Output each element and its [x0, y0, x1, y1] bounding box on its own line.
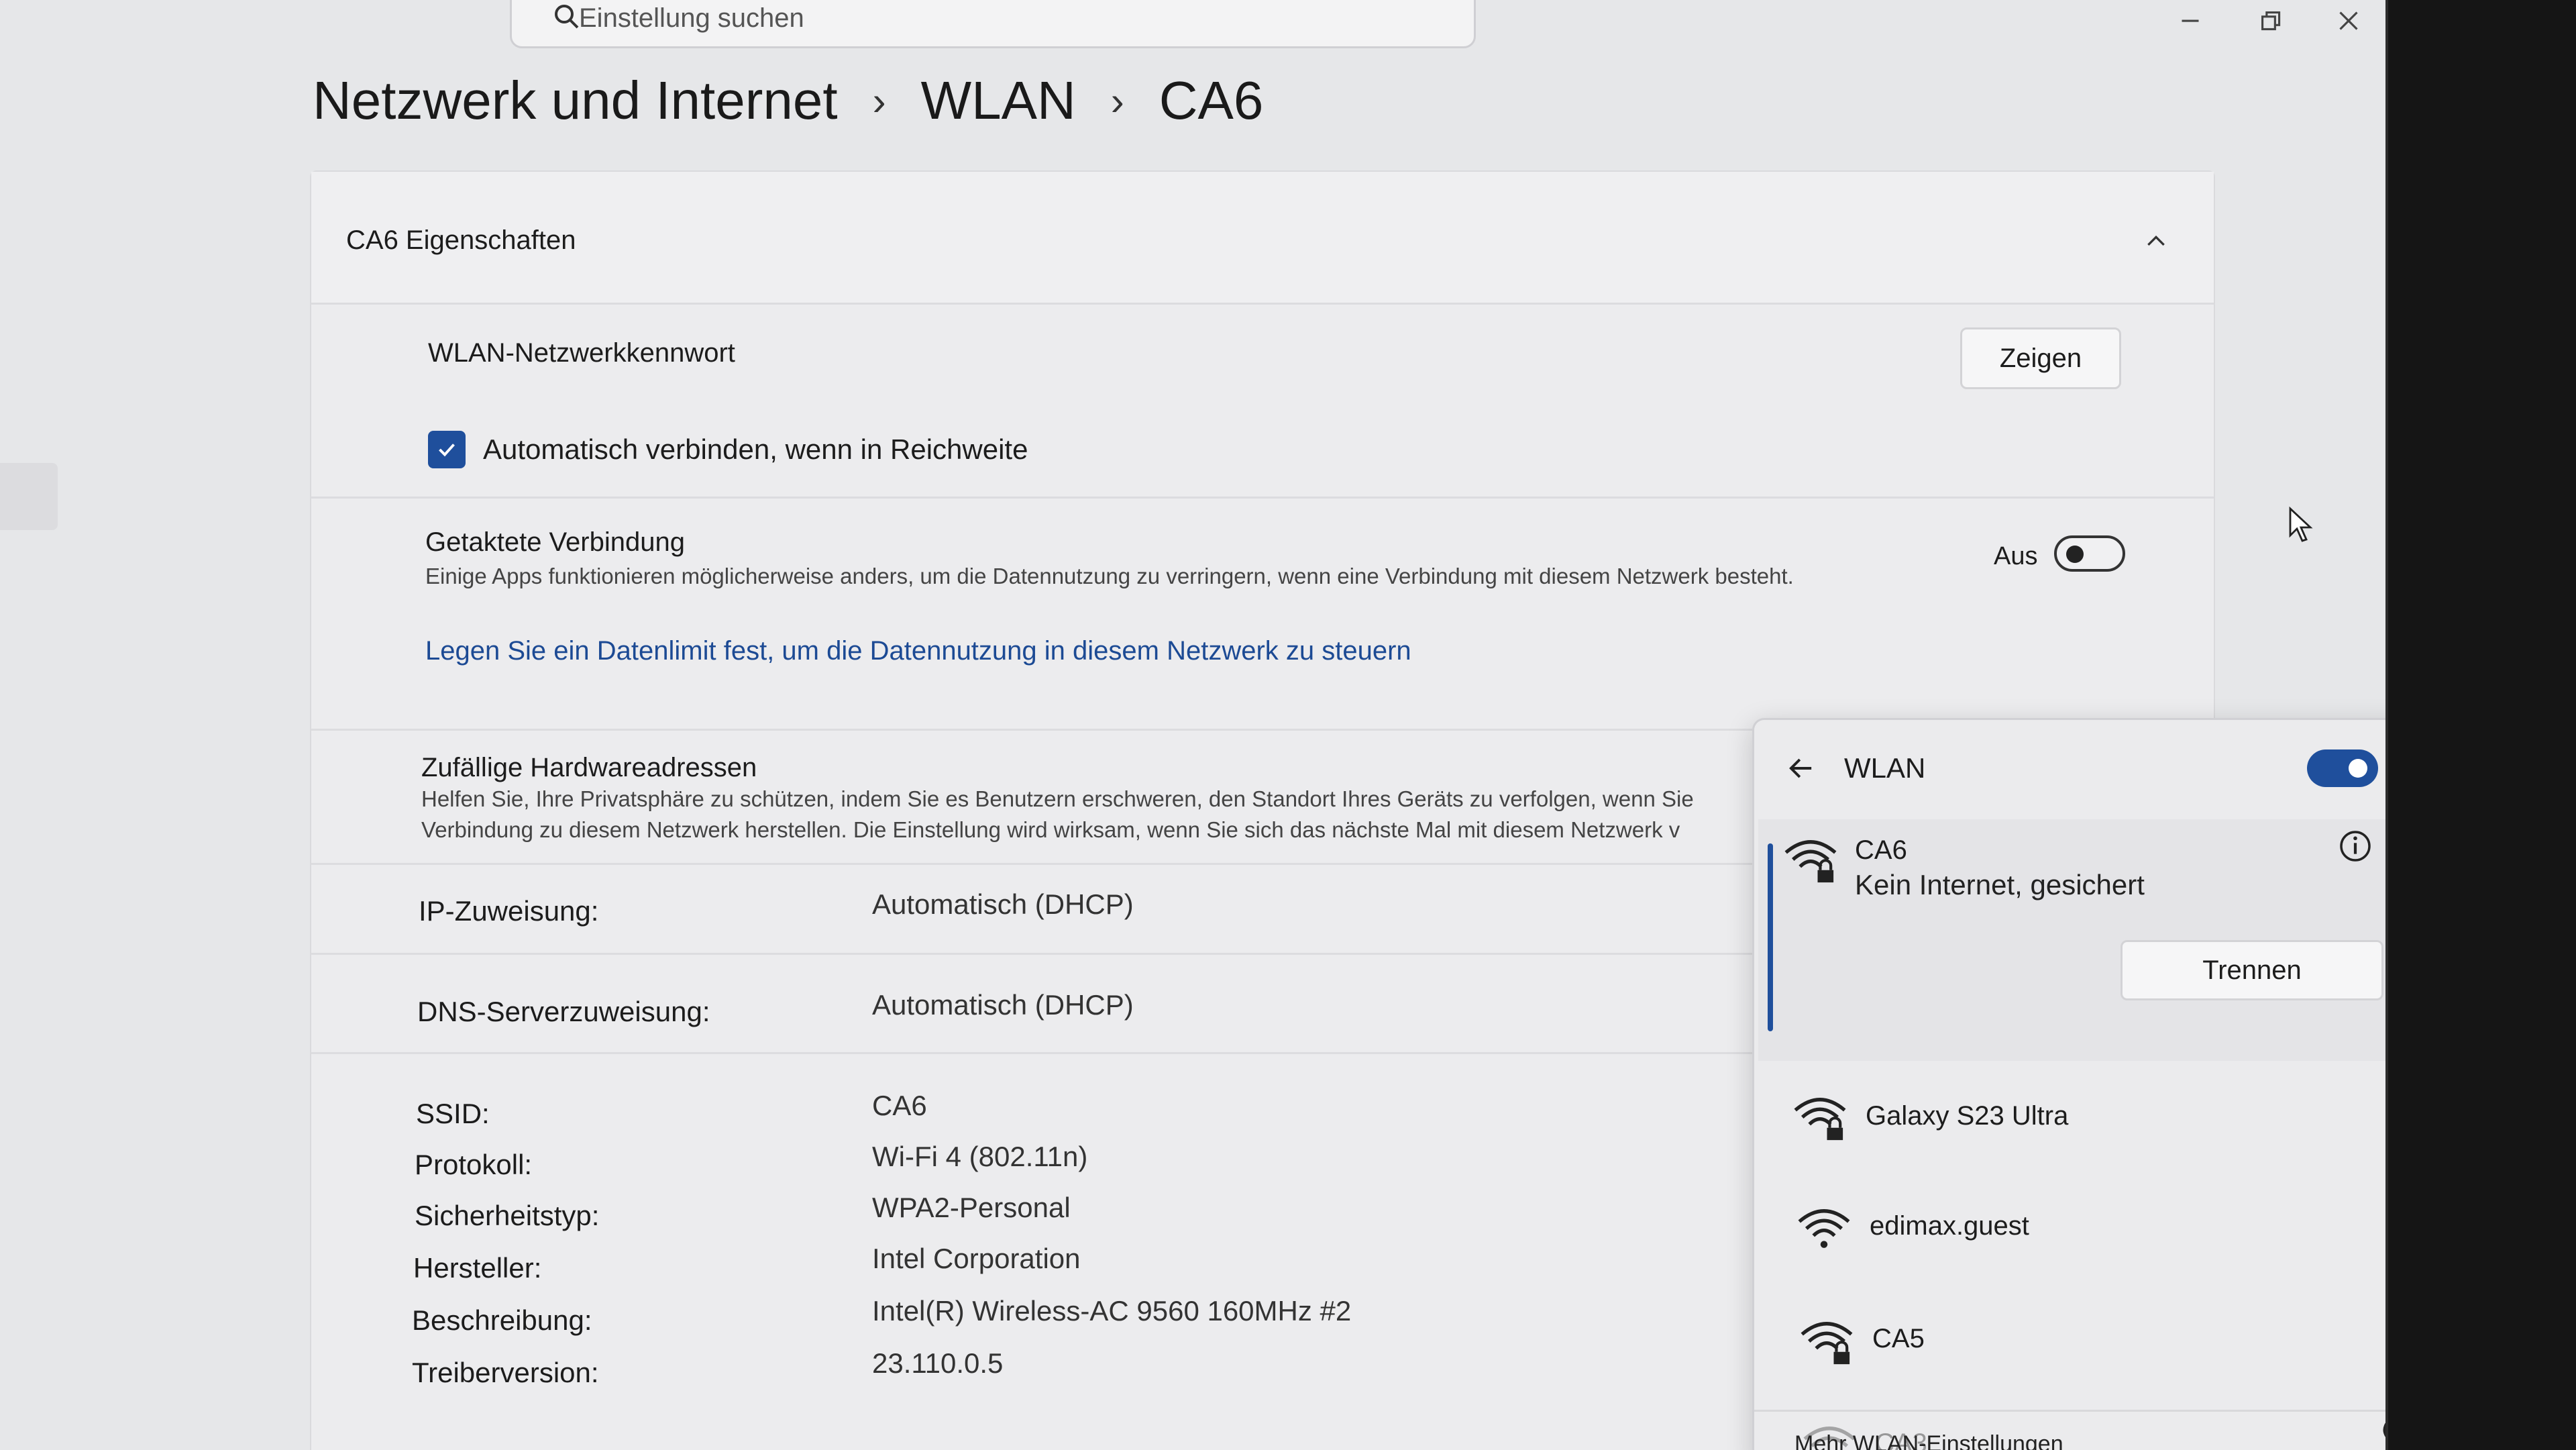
detail-value-manufacturer: Intel Corporation	[872, 1243, 1081, 1274]
minimize-icon[interactable]	[2174, 4, 2207, 38]
wifi-secured-icon	[1794, 1098, 1846, 1141]
connected-network-name: CA6	[1855, 835, 1907, 865]
detail-label-ssid: SSID:	[416, 1098, 490, 1129]
checkmark-icon	[439, 444, 455, 457]
back-arrow-icon[interactable]	[1784, 751, 1819, 786]
left-edge-tab	[0, 463, 58, 530]
network-item-galaxy[interactable]	[1758, 1064, 2443, 1171]
detail-value-description: Intel(R) Wireless-AC 9560 160MHz #2	[872, 1295, 1352, 1327]
wifi-secured-icon	[1784, 840, 1837, 883]
metered-connection-description: Einige Apps funktionieren möglicherweise…	[425, 564, 1794, 588]
data-limit-link[interactable]: Legen Sie ein Datenlimit fest, um die Da…	[425, 636, 1411, 666]
flyout-title: WLAN	[1844, 752, 1926, 784]
chevron-up-icon[interactable]	[2143, 228, 2169, 255]
detail-label-description: Beschreibung:	[412, 1304, 592, 1336]
close-icon[interactable]	[2332, 4, 2365, 38]
wlan-password-label: WLAN-Netzwerkkennwort	[428, 338, 735, 368]
breadcrumb-wlan[interactable]: WLAN	[921, 70, 1076, 132]
dns-assignment-label: DNS-Serverzuweisung:	[417, 996, 710, 1027]
disconnect-button[interactable]: Trennen	[2121, 940, 2383, 1000]
divider	[1754, 1410, 2443, 1412]
show-password-button[interactable]: Zeigen	[1960, 327, 2121, 389]
screen-bezel	[2388, 0, 2576, 1450]
network-item-ca5[interactable]	[1758, 1289, 2443, 1396]
chevron-right-icon: ›	[872, 78, 886, 123]
detail-label-manufacturer: Hersteller:	[413, 1252, 542, 1284]
selected-indicator	[1768, 843, 1773, 1031]
detail-value-protocol: Wi-Fi 4 (802.11n)	[872, 1141, 1088, 1172]
chevron-right-icon: ›	[1110, 78, 1124, 123]
detail-value-driver-version: 23.110.0.5	[872, 1347, 1004, 1379]
dns-assignment-value: Automatisch (DHCP)	[872, 989, 1134, 1021]
wifi-icon	[1798, 1209, 1850, 1248]
more-wlan-settings-link[interactable]: Mehr WLAN-Einstellungen	[1794, 1431, 2063, 1450]
auto-connect-checkbox[interactable]	[428, 431, 466, 468]
detail-value-ssid: CA6	[872, 1090, 927, 1121]
ip-assignment-label: IP-Zuweisung:	[419, 895, 599, 927]
metered-connection-toggle[interactable]	[2054, 535, 2125, 572]
divider	[311, 497, 2214, 499]
search-icon	[555, 5, 579, 29]
properties-header-title: CA6 Eigenschaften	[346, 225, 576, 255]
network-name: Galaxy S23 Ultra	[1866, 1101, 2069, 1131]
auto-connect-label: Automatisch verbinden, wenn in Reichweit…	[483, 433, 1028, 465]
restore-icon[interactable]	[2253, 4, 2286, 38]
breadcrumb-network-internet[interactable]: Netzwerk und Internet	[313, 70, 838, 132]
page-title: CA6	[1159, 70, 1264, 130]
network-name: edimax.guest	[1870, 1211, 2029, 1241]
settings-search-box[interactable]: Einstellung suchen	[510, 0, 1476, 48]
mouse-cursor-icon	[2289, 506, 2313, 542]
random-hw-address-description: Helfen Sie, Ihre Privatsphäre zu schütze…	[421, 786, 1694, 811]
network-name: CA5	[1872, 1324, 1925, 1353]
wlan-toggle[interactable]	[2307, 749, 2378, 787]
metered-state-label: Aus	[1994, 542, 2038, 570]
search-input[interactable]: Einstellung suchen	[579, 3, 804, 34]
info-icon[interactable]	[2337, 827, 2374, 865]
connected-network-status: Kein Internet, gesichert	[1855, 869, 2145, 900]
detail-label-driver-version: Treiberversion:	[412, 1357, 599, 1388]
wlan-flyout: WLAN CA6 Kein Internet, gesichert Trenne…	[1752, 718, 2445, 1450]
random-hw-address-title: Zufällige Hardwareadressen	[421, 753, 757, 782]
wifi-secured-icon	[1801, 1322, 1853, 1365]
breadcrumb: Netzwerk und Internet › WLAN › CA6	[313, 70, 1263, 132]
detail-label-protocol: Protokoll:	[415, 1149, 533, 1180]
network-item-edimax[interactable]	[1758, 1176, 2443, 1284]
metered-connection-title: Getaktete Verbindung	[425, 527, 685, 557]
detail-label-security: Sicherheitstyp:	[415, 1200, 600, 1231]
detail-value-security: WPA2-Personal	[872, 1192, 1071, 1223]
random-hw-address-description: Verbindung zu diesem Netzwerk herstellen…	[421, 817, 1680, 842]
properties-header[interactable]: CA6 Eigenschaften	[311, 172, 2214, 305]
ip-assignment-value: Automatisch (DHCP)	[872, 888, 1134, 920]
